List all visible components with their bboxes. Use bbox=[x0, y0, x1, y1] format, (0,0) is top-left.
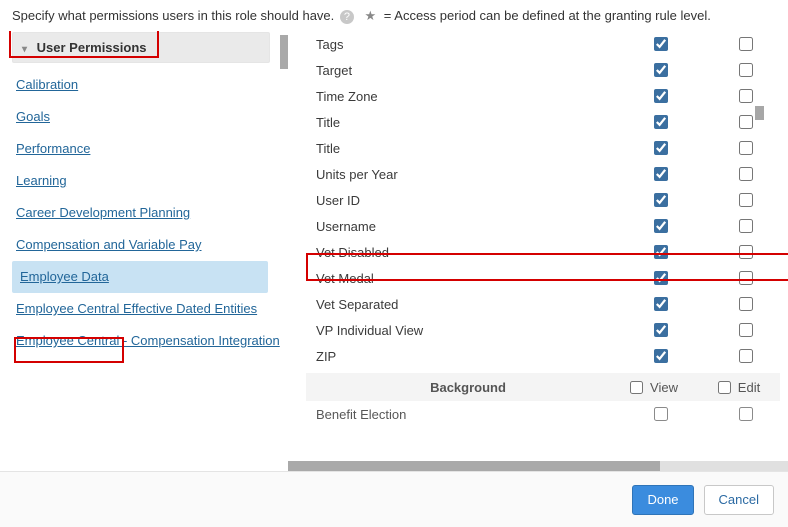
permission-view-checkbox[interactable] bbox=[654, 245, 668, 259]
sidebar-item[interactable]: Performance bbox=[12, 133, 280, 165]
sidebar-item[interactable]: Employee Central - Compensation Integrat… bbox=[12, 325, 280, 357]
permission-name: Tags bbox=[316, 37, 610, 52]
sidebar-section-header[interactable]: ▾ User Permissions bbox=[12, 32, 270, 63]
permission-name: Vet Disabled bbox=[316, 245, 610, 260]
permission-row: Tags bbox=[288, 31, 788, 57]
permission-name: Title bbox=[316, 141, 610, 156]
help-icon[interactable]: ? bbox=[340, 10, 354, 24]
permission-row: Username bbox=[288, 213, 788, 239]
permission-panel: Tags Target Time Zone Title Title Units per Y… bbox=[288, 31, 788, 471]
permission-view-checkbox[interactable] bbox=[654, 271, 668, 285]
permission-name: Username bbox=[316, 219, 610, 234]
sidebar: ▾ User Permissions Calibration Goals Perfo… bbox=[0, 31, 288, 471]
permission-view-checkbox[interactable] bbox=[654, 349, 668, 363]
sidebar-link[interactable]: Employee Data bbox=[20, 269, 109, 284]
permission-row: Vet Medal bbox=[288, 265, 788, 291]
permission-edit-checkbox[interactable] bbox=[739, 297, 753, 311]
permission-row: Time Zone bbox=[288, 83, 788, 109]
footer: Done Cancel bbox=[0, 471, 788, 527]
section-title: User Permissions bbox=[37, 40, 147, 55]
intro-text: Specify what permissions users in this r… bbox=[12, 8, 334, 23]
content-scrollbar-track[interactable] bbox=[660, 461, 788, 471]
sidebar-link[interactable]: Calibration bbox=[16, 77, 78, 92]
permission-view-checkbox[interactable] bbox=[654, 115, 668, 129]
permission-name: Title bbox=[316, 115, 610, 130]
star-icon: ★ bbox=[365, 8, 377, 23]
permission-edit-checkbox[interactable] bbox=[739, 349, 753, 363]
sidebar-item[interactable]: Compensation and Variable Pay bbox=[12, 229, 280, 261]
permission-row: Units per Year bbox=[288, 161, 788, 187]
permission-name: Target bbox=[316, 63, 610, 78]
permission-edit-checkbox[interactable] bbox=[739, 167, 753, 181]
group-edit-checkbox[interactable] bbox=[718, 381, 731, 394]
sidebar-item[interactable]: Employee Data bbox=[12, 261, 268, 293]
sidebar-link[interactable]: Employee Central Effective Dated Entitie… bbox=[16, 301, 257, 316]
grey-marker bbox=[755, 106, 764, 120]
group-view-checkbox[interactable] bbox=[630, 381, 643, 394]
sidebar-link[interactable]: Goals bbox=[16, 109, 50, 124]
sidebar-link[interactable]: Employee Central - Compensation Integrat… bbox=[16, 333, 280, 348]
permission-name: User ID bbox=[316, 193, 610, 208]
permission-row: Vet Separated bbox=[288, 291, 788, 317]
page-instruction: Specify what permissions users in this r… bbox=[0, 0, 788, 30]
permission-edit-checkbox[interactable] bbox=[739, 37, 753, 51]
permission-edit-checkbox[interactable] bbox=[739, 115, 753, 129]
permission-edit-checkbox[interactable] bbox=[739, 63, 753, 77]
permission-edit-checkbox[interactable] bbox=[739, 141, 753, 155]
permission-name: ZIP bbox=[316, 349, 610, 364]
sidebar-item[interactable]: Calibration bbox=[12, 69, 280, 101]
group-col-view[interactable]: View bbox=[602, 378, 702, 397]
permission-view-checkbox[interactable] bbox=[654, 193, 668, 207]
permission-name: Vet Separated bbox=[316, 297, 610, 312]
content-scrollbar-thumb[interactable] bbox=[288, 461, 660, 471]
permission-view-checkbox[interactable] bbox=[654, 63, 668, 77]
permission-view-checkbox[interactable] bbox=[654, 323, 668, 337]
permission-edit-checkbox[interactable] bbox=[739, 245, 753, 259]
sidebar-link[interactable]: Career Development Planning bbox=[16, 205, 190, 220]
group-col-edit[interactable]: Edit bbox=[702, 378, 772, 397]
sidebar-link[interactable]: Learning bbox=[16, 173, 67, 188]
permission-name: VP Individual View bbox=[316, 323, 610, 338]
permission-view-checkbox[interactable] bbox=[654, 219, 668, 233]
permission-name: Time Zone bbox=[316, 89, 610, 104]
note-text: = Access period can be defined at the gr… bbox=[384, 8, 711, 23]
permission-edit-checkbox[interactable] bbox=[739, 193, 753, 207]
permission-edit-checkbox[interactable] bbox=[739, 407, 753, 421]
permission-view-checkbox[interactable] bbox=[654, 407, 668, 421]
permission-row: ZIP bbox=[288, 343, 788, 369]
sidebar-item[interactable]: Goals bbox=[12, 101, 280, 133]
permission-view-checkbox[interactable] bbox=[654, 37, 668, 51]
permission-edit-checkbox[interactable] bbox=[739, 323, 753, 337]
sidebar-scrollbar[interactable] bbox=[280, 35, 288, 69]
group-title: Background bbox=[334, 380, 602, 395]
sidebar-link[interactable]: Performance bbox=[16, 141, 90, 156]
permission-view-checkbox[interactable] bbox=[654, 167, 668, 181]
sidebar-item[interactable]: Employee Central Effective Dated Entitie… bbox=[12, 293, 280, 325]
permission-edit-checkbox[interactable] bbox=[739, 89, 753, 103]
permission-view-checkbox[interactable] bbox=[654, 297, 668, 311]
permission-name: Units per Year bbox=[316, 167, 610, 182]
group-header-background: Background View Edit bbox=[306, 373, 780, 401]
permission-row: VP Individual View bbox=[288, 317, 788, 343]
permission-name: Benefit Election bbox=[316, 407, 610, 422]
permission-row: User ID bbox=[288, 187, 788, 213]
permission-edit-checkbox[interactable] bbox=[739, 219, 753, 233]
sidebar-item[interactable]: Career Development Planning bbox=[12, 197, 280, 229]
permission-row-partial: Benefit Election bbox=[288, 401, 788, 427]
permission-view-checkbox[interactable] bbox=[654, 141, 668, 155]
permission-row: Title bbox=[288, 135, 788, 161]
done-button[interactable]: Done bbox=[632, 485, 693, 515]
cancel-button[interactable]: Cancel bbox=[704, 485, 774, 515]
sidebar-link[interactable]: Compensation and Variable Pay bbox=[16, 237, 202, 252]
permission-row: Vet Disabled bbox=[288, 239, 788, 265]
chevron-down-icon: ▾ bbox=[22, 44, 27, 55]
permission-edit-checkbox[interactable] bbox=[739, 271, 753, 285]
permission-name: Vet Medal bbox=[316, 271, 610, 286]
permission-row: Target bbox=[288, 57, 788, 83]
sidebar-item[interactable]: Learning bbox=[12, 165, 280, 197]
permission-view-checkbox[interactable] bbox=[654, 89, 668, 103]
permission-row: Title bbox=[288, 109, 788, 135]
